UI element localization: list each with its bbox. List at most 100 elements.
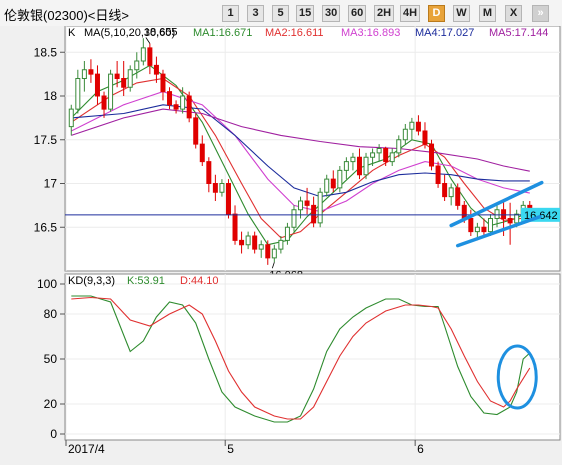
candle-body [370,152,376,158]
candle-body [81,69,87,79]
candle-body [278,239,284,250]
candle-body [481,226,487,233]
candle-body [232,213,238,241]
chart-canvas: 16.51717.51818.5 18.65516.06816.642 K MA… [0,25,562,460]
legend-ma3: MA3:16.893 [341,27,400,39]
x-tick-label: 6 [417,442,424,456]
candle-body [219,183,225,193]
timeframe-button-60[interactable]: 60 [348,5,367,22]
chart-area: 16.51717.51818.5 18.65516.06816.642 K MA… [0,25,562,460]
candle-body [193,117,199,145]
candle-body [114,73,120,79]
legend-d: D:44.10 [180,275,219,287]
candle [193,113,199,149]
candle-body [461,204,467,219]
timeframe-button-30[interactable]: 30 [322,5,341,22]
candle-body [317,191,323,224]
candle-body [271,248,277,259]
candle-body [265,244,271,259]
candle [225,179,231,219]
candle-body [304,200,310,206]
instrument-title: 伦敦银(02300)<日线> [4,8,129,23]
candle-body [186,95,192,119]
timeframe-button-4h[interactable]: 4H [400,5,421,22]
candle [317,187,323,228]
candle [291,205,297,232]
candle-body [501,209,507,219]
price-tick-label: 17.5 [34,133,58,147]
candle-body [245,235,251,246]
candle-body [356,156,362,176]
candle-body [376,148,382,154]
candle-body [153,64,159,75]
candle-body [212,183,218,193]
kd-tick-label: 20 [44,397,58,411]
candle-body [435,165,441,184]
candle [337,166,343,193]
legend-ma5: MA5:17.144 [489,27,548,39]
candle-body [422,130,428,145]
candle-body [147,47,153,66]
candle-body [284,226,290,241]
timeframe-button-5[interactable]: 5 [272,5,289,22]
candle-body [442,183,448,198]
candle-body [429,143,435,167]
price-panel: 16.51717.51818.5 18.65516.06816.642 K MA… [34,25,561,281]
price-tick-label: 16.5 [34,220,58,234]
close-button[interactable]: X [505,5,522,22]
candle-body [75,78,81,110]
candle-body [239,239,245,246]
price-tick-label: 18 [44,89,58,103]
candle-body [127,69,133,88]
kd-tick-label: 50 [44,352,58,366]
ma-params-label: MA(5,10,20,30,60) [84,27,175,39]
candle-body [337,169,343,189]
candle-body [108,73,114,110]
x-tick-label: 5 [227,442,234,456]
legend-ma1: MA1:16.671 [193,27,252,39]
expand-toolbar-icon[interactable]: » [532,5,549,22]
candle-body [330,178,336,189]
candle-body [350,156,356,163]
legend-k: K:53.91 [127,275,165,287]
candle-body [363,156,369,176]
candle-body [487,218,493,233]
x-tick-label: 2017/4 [68,442,105,456]
candle-body [94,73,100,97]
kd-tick-label: 100 [37,277,57,291]
candle-body [206,161,212,184]
candle-body [167,91,173,106]
timeframe-button-3[interactable]: 3 [247,5,264,22]
candle [455,183,461,210]
candle [429,139,435,171]
candle-body [468,218,474,233]
candle-body [494,209,500,219]
timeframe-button-15[interactable]: 15 [296,5,315,22]
candle-body [121,78,127,88]
candle-body [173,104,179,110]
candle-body [180,95,186,110]
candle-body [514,213,520,224]
candle-body [291,209,297,228]
candle-body [88,69,94,75]
kd-legend: KD(9,3,3) K:53.91 D:44.10 [68,275,219,287]
candle-body [402,128,408,141]
candle-body [225,183,231,215]
candle-body [343,161,349,171]
candle-body [409,121,415,130]
candle-body [101,95,107,110]
timeframe-button-1[interactable]: 1 [222,5,239,22]
candle-body [199,143,205,163]
candle-body [389,152,395,163]
kd-tick-label: 80 [44,307,58,321]
timeframe-button-monthly[interactable]: M [479,5,496,22]
k-label: K [68,27,76,39]
candle [108,69,114,112]
candle [363,152,369,180]
kd-tick-label: 0 [50,427,57,441]
candle-body [258,244,264,250]
timeframe-button-2h[interactable]: 2H [374,5,395,22]
timeframe-button-daily[interactable]: D [428,5,445,22]
timeframe-button-weekly[interactable]: W [453,5,470,22]
candle [127,65,133,92]
